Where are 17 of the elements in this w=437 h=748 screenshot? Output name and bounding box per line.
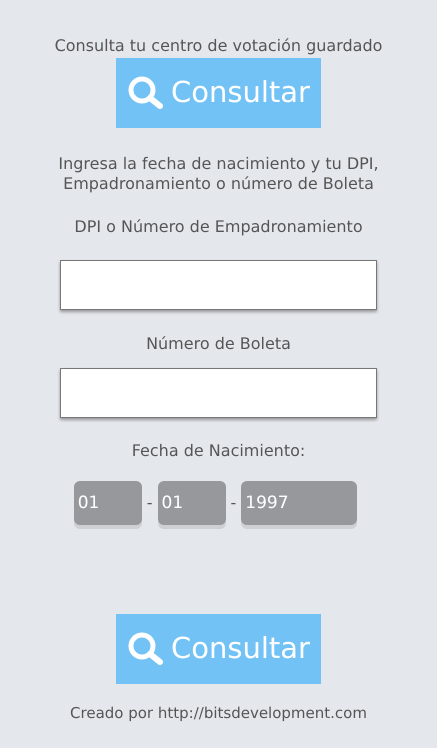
date-field[interactable]: 01	[74, 481, 142, 525]
consult-button[interactable]: Consultar	[116, 614, 321, 684]
footer-text: Creado por http://bitsdevelopment.com	[70, 704, 367, 723]
input-field[interactable]	[60, 368, 377, 418]
instruction-text: Ingresa la fecha de nacimiento y tu DPI, Empadronamiento o número de Boleta	[58, 154, 379, 194]
search-icon	[127, 75, 165, 111]
separator-text: -	[146, 493, 152, 513]
separator-text: -	[230, 493, 236, 513]
field-label: Número de Boleta	[146, 334, 291, 354]
field-label: Fecha de Nacimiento:	[132, 441, 306, 461]
prompt-text: Consulta tu centro de votación guardado	[54, 36, 382, 56]
input-field[interactable]	[60, 260, 377, 310]
date-field[interactable]: 1997	[241, 481, 358, 525]
consult-button[interactable]: Consultar	[116, 58, 321, 128]
search-icon	[127, 631, 165, 667]
field-label: DPI o Número de Empadronamiento	[74, 217, 363, 237]
date-field[interactable]: 01	[158, 481, 226, 525]
